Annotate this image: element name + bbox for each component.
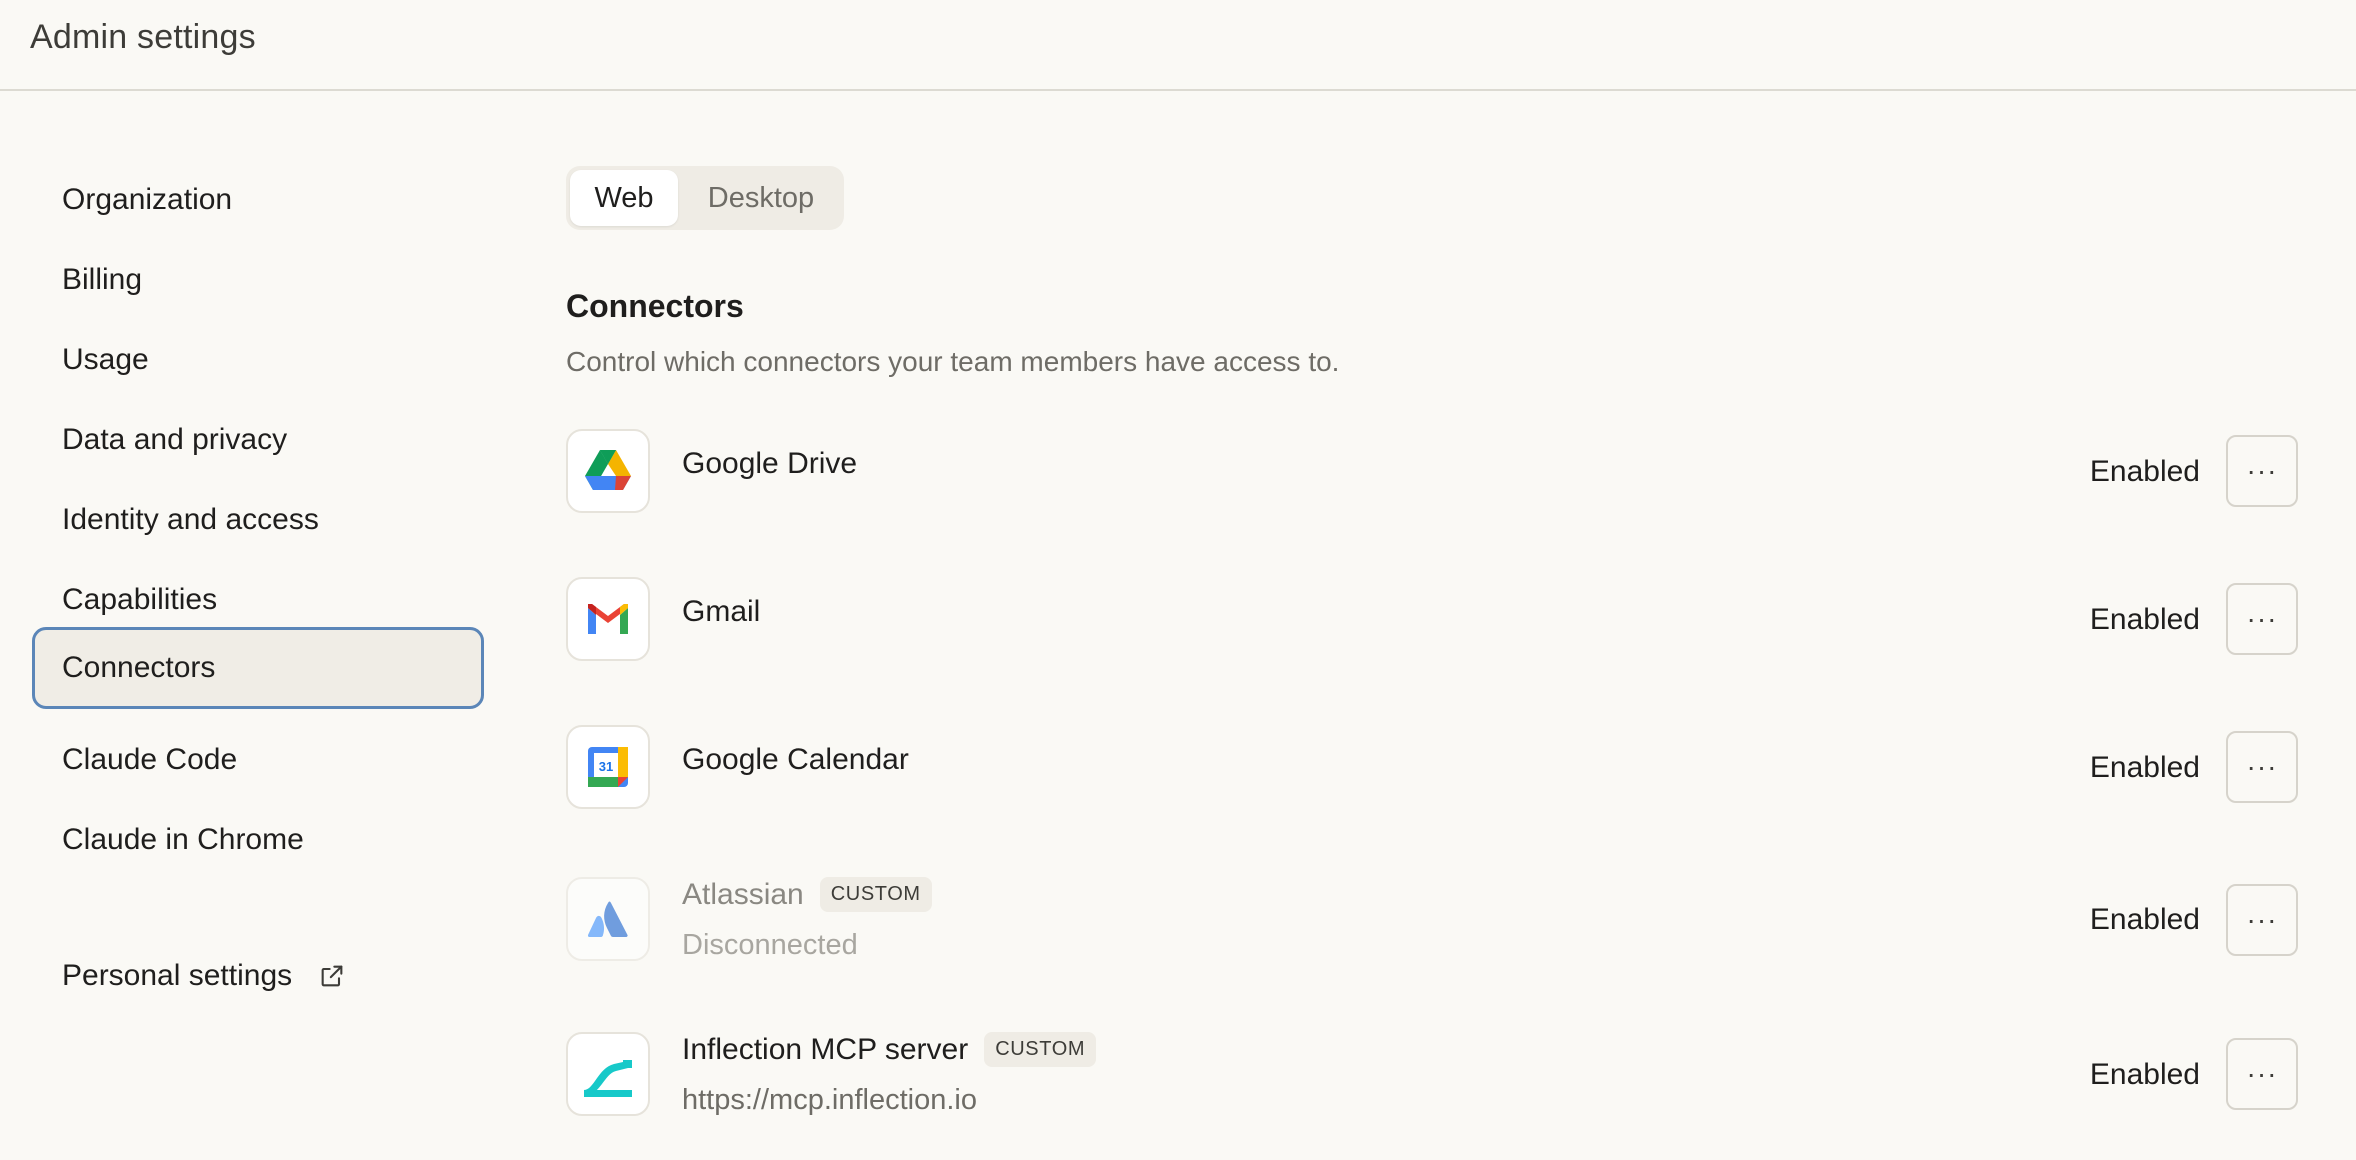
gmail-icon xyxy=(588,604,628,634)
more-options-button[interactable]: ··· xyxy=(2226,435,2298,507)
page-title: Admin settings xyxy=(30,18,256,56)
connector-row-gmail: Gmail Enabled ··· xyxy=(566,577,2298,663)
sidebar-item-organization[interactable]: Organization xyxy=(32,160,484,240)
connector-subtitle: Disconnected xyxy=(682,929,858,961)
connector-name: Google Drive xyxy=(682,447,858,480)
connector-name: Atlassian CUSTOM xyxy=(682,877,932,912)
sidebar-item-usage[interactable]: Usage xyxy=(32,320,484,400)
sidebar-item-personal-settings[interactable]: Personal settings xyxy=(32,936,484,1016)
connector-status: Enabled xyxy=(2089,1058,2200,1091)
sidebar-item-connectors[interactable]: Connectors xyxy=(32,627,484,709)
google-calendar-icon: 31 xyxy=(588,747,628,787)
connector-row-google-calendar: 31 Google Calendar Enabled ··· xyxy=(566,725,2298,811)
connector-name: Gmail xyxy=(682,595,761,628)
external-link-icon xyxy=(321,965,343,987)
connector-name: Inflection MCP server CUSTOM xyxy=(682,1032,1097,1067)
connector-logo xyxy=(566,877,650,961)
tab-web[interactable]: Web xyxy=(570,170,678,226)
custom-badge: CUSTOM xyxy=(984,1032,1097,1067)
platform-toggle: Web Desktop xyxy=(566,166,844,230)
sidebar-item-identity-access[interactable]: Identity and access xyxy=(32,480,484,560)
connector-status: Enabled xyxy=(2089,751,2200,784)
tab-desktop[interactable]: Desktop xyxy=(682,170,840,226)
connector-status: Enabled xyxy=(2089,603,2200,636)
atlassian-icon xyxy=(588,901,628,937)
section-description: Control which connectors your team membe… xyxy=(566,346,1340,377)
connector-logo xyxy=(566,1032,650,1116)
personal-settings-label: Personal settings xyxy=(62,959,293,992)
custom-badge: CUSTOM xyxy=(819,877,932,912)
connector-logo xyxy=(566,577,650,661)
connector-row-inflection-mcp: Inflection MCP server CUSTOM https://mcp… xyxy=(566,1032,2298,1118)
sidebar-item-billing[interactable]: Billing xyxy=(32,240,484,320)
section-title: Connectors xyxy=(566,288,744,324)
connector-row-atlassian: Atlassian CUSTOM Disconnected Enabled ··… xyxy=(566,877,2298,963)
sidebar-item-data-privacy[interactable]: Data and privacy xyxy=(32,400,484,480)
sidebar-item-claude-in-chrome[interactable]: Claude in Chrome xyxy=(32,800,484,880)
connector-subtitle: https://mcp.inflection.io xyxy=(682,1084,977,1116)
google-drive-icon xyxy=(585,450,631,490)
sidebar-item-claude-code[interactable]: Claude Code xyxy=(32,720,484,800)
main-content: Web Desktop Connectors Control which con… xyxy=(566,0,2306,1160)
connector-status: Enabled xyxy=(2089,455,2200,488)
connector-row-google-drive: Google Drive Enabled ··· xyxy=(566,429,2298,515)
more-options-button[interactable]: ··· xyxy=(2226,1038,2298,1110)
calendar-day-text: 31 xyxy=(599,759,613,774)
more-options-button[interactable]: ··· xyxy=(2226,884,2298,956)
more-options-button[interactable]: ··· xyxy=(2226,583,2298,655)
connector-status: Enabled xyxy=(2089,903,2200,936)
inflection-icon xyxy=(584,1060,632,1097)
connector-logo: 31 xyxy=(566,725,650,809)
connector-logo xyxy=(566,429,650,513)
more-options-button[interactable]: ··· xyxy=(2226,731,2298,803)
connector-name: Google Calendar xyxy=(682,743,909,776)
